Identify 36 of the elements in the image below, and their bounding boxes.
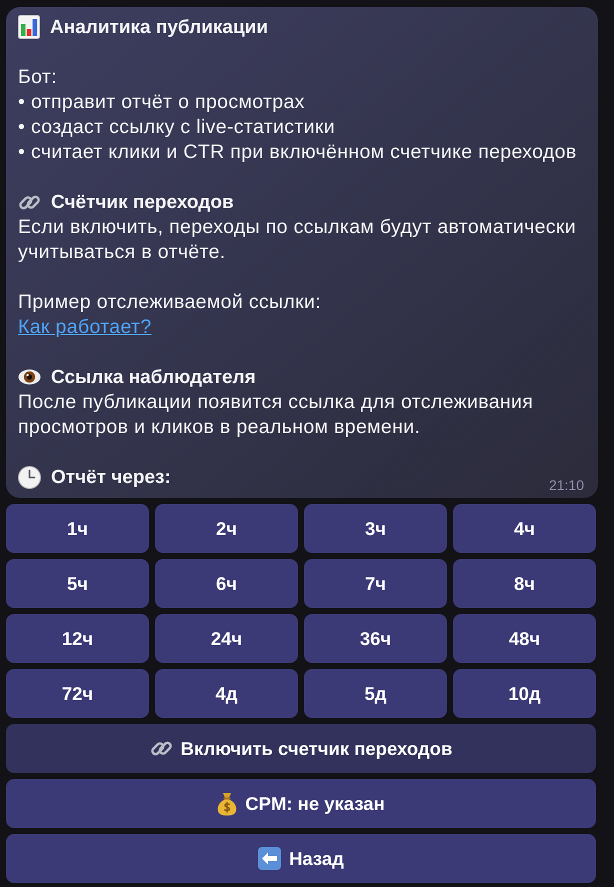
time-option-button[interactable]: 24ч <box>155 614 298 663</box>
time-option-button[interactable]: 3ч <box>304 504 447 553</box>
message-time: 21:10 <box>548 477 584 493</box>
section-heading: Ссылка наблюдателя <box>51 366 256 390</box>
section-text: Если включить, переходы по ссылкам будут автоматически учитываться в отчёте. <box>18 214 578 264</box>
section-heading: Счётчик переходов <box>51 190 234 214</box>
time-option-button[interactable]: 7ч <box>304 559 447 608</box>
money-bag-icon <box>217 792 238 816</box>
bar-chart-icon <box>18 15 40 39</box>
time-option-button[interactable]: 4ч <box>453 504 596 553</box>
clock-icon <box>18 466 41 488</box>
time-option-button[interactable]: 48ч <box>453 614 596 663</box>
intro-text: Бот: <box>18 64 58 90</box>
time-option-button[interactable]: 1ч <box>6 504 149 553</box>
eye-icon <box>18 369 41 385</box>
keyboard-button[interactable]: Назад <box>6 834 596 883</box>
message-title: Аналитика публикации <box>50 16 268 40</box>
time-option-button[interactable]: 10д <box>453 669 596 718</box>
keyboard-button[interactable]: CPM: не указан <box>6 779 596 828</box>
time-option-button[interactable]: 2ч <box>155 504 298 553</box>
time-option-button[interactable]: 36ч <box>304 614 447 663</box>
bullet-item: • создаст ссылку с live-статистики <box>18 114 336 140</box>
time-option-button[interactable]: 12ч <box>6 614 149 663</box>
time-option-button[interactable]: 6ч <box>155 559 298 608</box>
section-text: Пример отслеживаемой ссылки: <box>18 290 322 314</box>
time-option-button[interactable]: 72ч <box>6 669 149 718</box>
keyboard-button[interactable]: Включить счетчик переходов <box>6 724 596 773</box>
bullet-item: • считает клики и CTR при включённом счетчике переходов <box>18 140 578 164</box>
time-option-button[interactable]: 5ч <box>6 559 149 608</box>
time-option-button[interactable]: 4д <box>155 669 298 718</box>
bullet-item: • отправит отчёт о просмотрах <box>18 90 306 114</box>
time-option-button[interactable]: 5д <box>304 669 447 718</box>
help-link[interactable]: Как работает? <box>18 316 152 338</box>
time-option-button[interactable]: 8ч <box>453 559 596 608</box>
section-heading: Отчёт через: <box>51 466 171 490</box>
section-text: После публикации появится ссылка для отслеживания просмотров и кликов в реальном времени. <box>18 390 534 440</box>
